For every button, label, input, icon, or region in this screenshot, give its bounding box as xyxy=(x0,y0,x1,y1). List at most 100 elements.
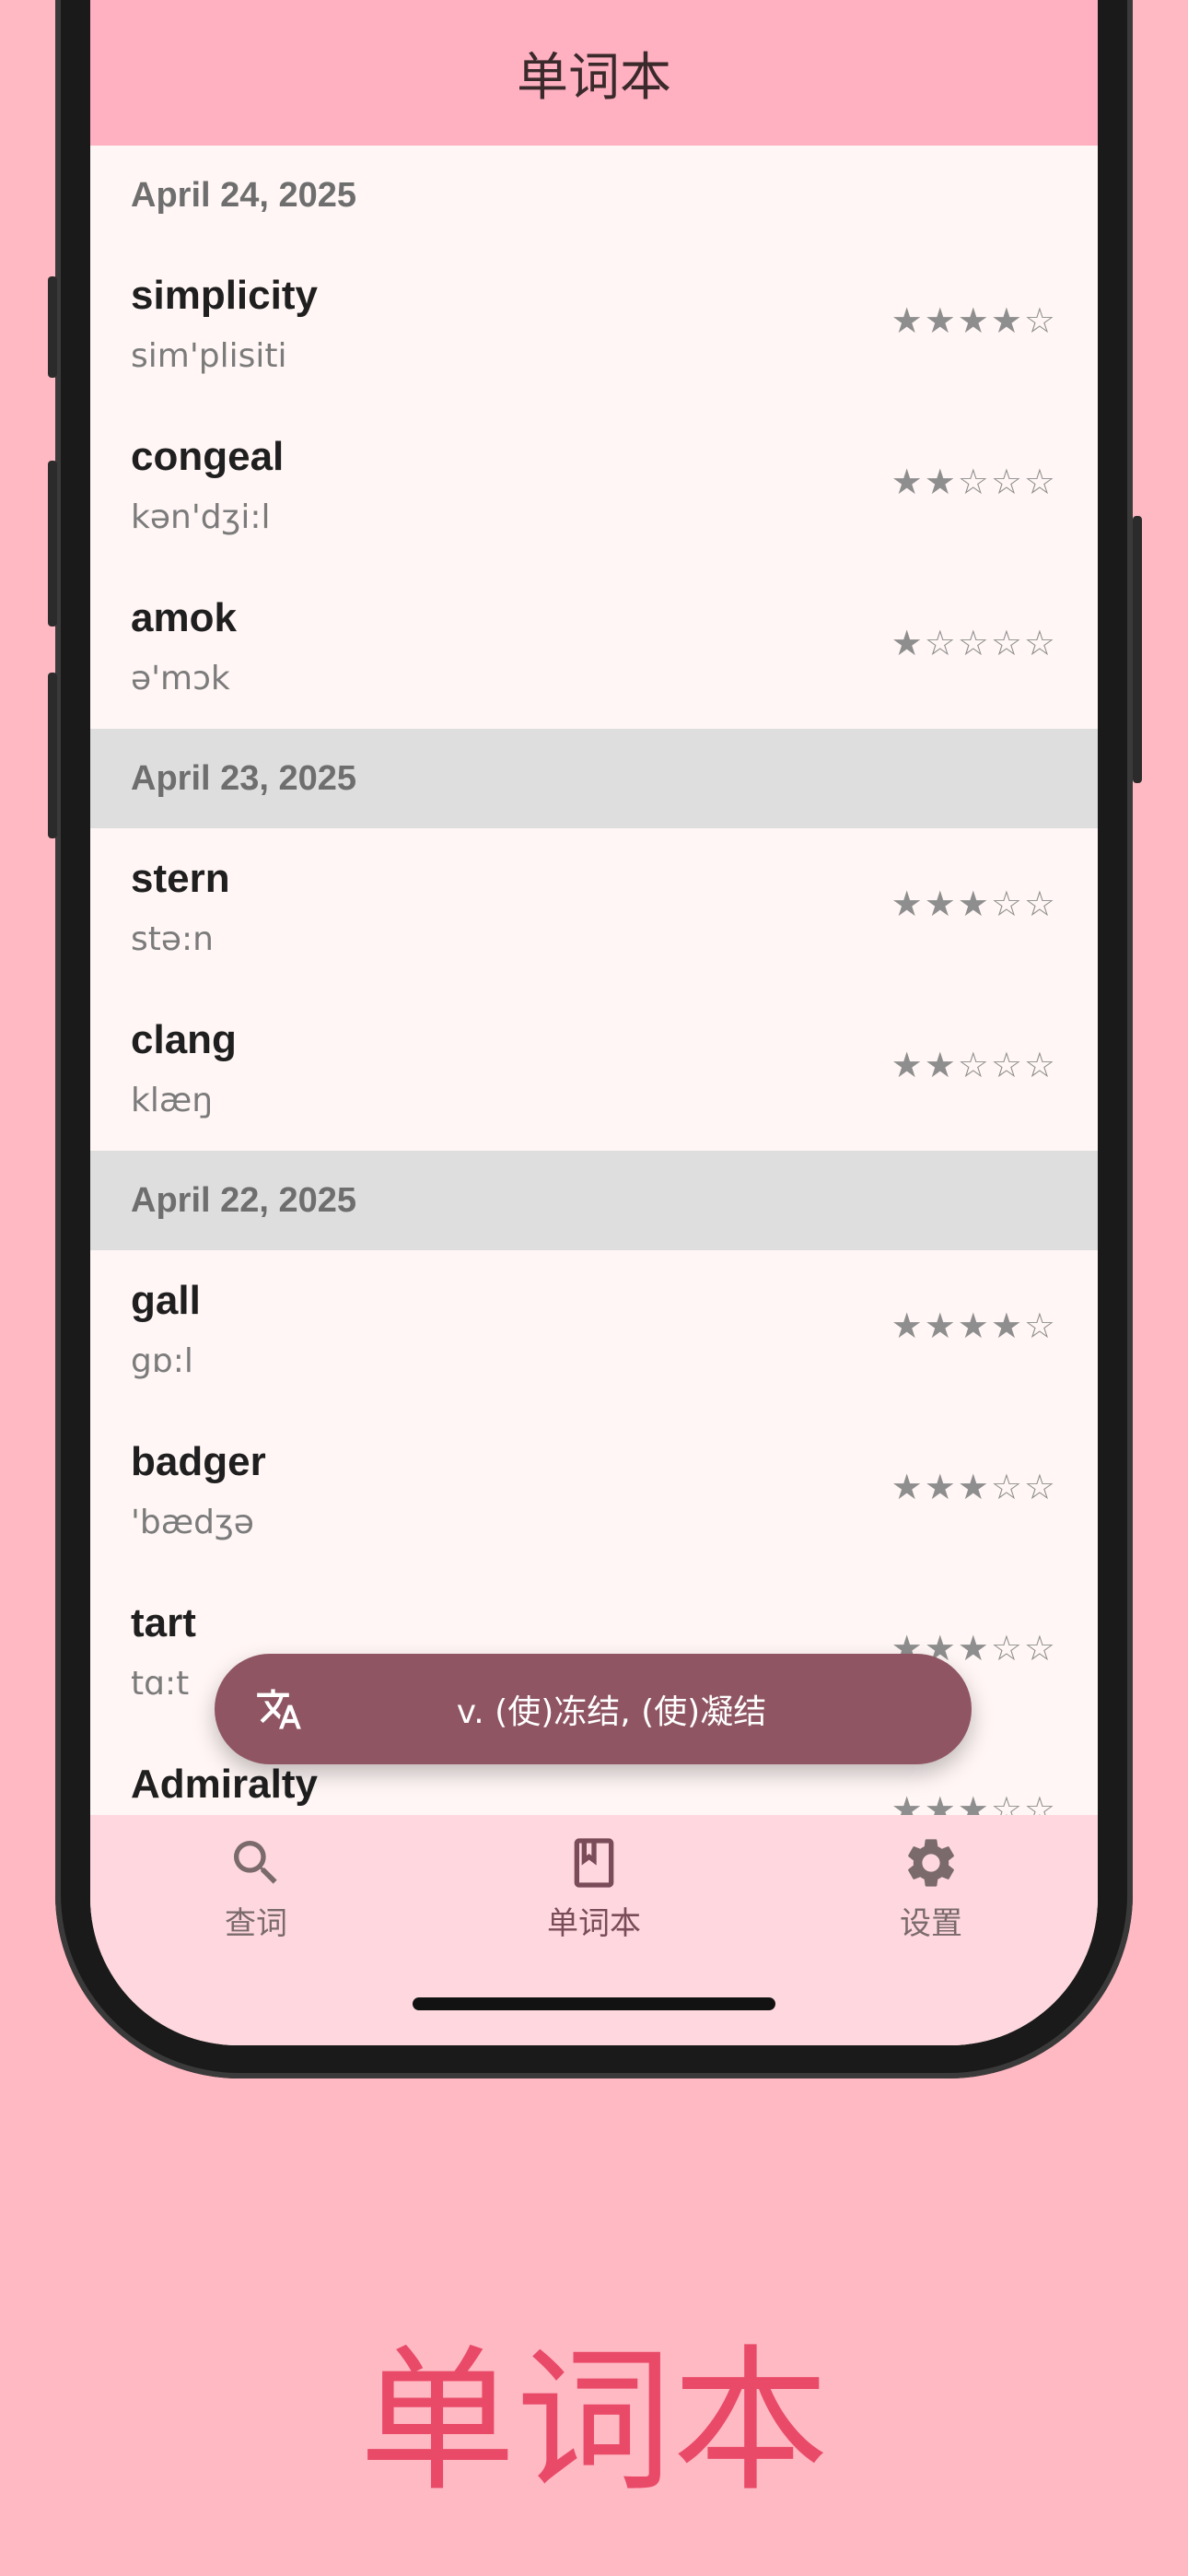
star-filled-icon: ★ xyxy=(957,1789,991,1815)
star-filled-icon: ★ xyxy=(891,1789,925,1815)
difficulty-rating: ★☆☆☆☆ xyxy=(891,623,1057,663)
book-icon xyxy=(574,1838,614,1888)
phonetic-text: 'bædʒə xyxy=(131,1504,254,1541)
difficulty-rating: ★★☆☆☆ xyxy=(891,1045,1057,1085)
app-bar: 单词本 xyxy=(90,0,1098,146)
difficulty-rating: ★★★★☆ xyxy=(891,1306,1057,1346)
star-empty-icon: ☆ xyxy=(1023,1045,1057,1085)
star-empty-icon: ☆ xyxy=(1023,462,1057,502)
phone-side-button xyxy=(48,276,57,378)
star-filled-icon: ★ xyxy=(990,1306,1024,1346)
star-filled-icon: ★ xyxy=(891,462,925,502)
word-list[interactable]: April 24, 2025 simplicity sim'plisiti ★★★★☆… xyxy=(90,146,1098,1815)
difficulty-rating: ★★★★☆ xyxy=(891,300,1057,341)
phonetic-text: gɒ:l xyxy=(131,1342,193,1380)
star-empty-icon: ☆ xyxy=(990,1467,1024,1507)
star-empty-icon: ☆ xyxy=(1023,884,1057,924)
word-text: congeal xyxy=(131,434,285,479)
nav-item-settings[interactable]: 设置 xyxy=(821,1833,1042,1943)
star-filled-icon: ★ xyxy=(924,1467,958,1507)
nav-label-search: 查词 xyxy=(225,1905,287,1942)
search-icon xyxy=(234,1841,277,1884)
bottom-navigation: 查词 单词本 设置 xyxy=(90,1815,1098,2045)
star-filled-icon: ★ xyxy=(891,1045,925,1085)
star-filled-icon: ★ xyxy=(957,300,991,341)
word-text: gall xyxy=(131,1278,201,1323)
page-title: 单词本 xyxy=(517,47,671,108)
star-filled-icon: ★ xyxy=(924,1789,958,1815)
word-text: amok xyxy=(131,595,237,640)
word-list-item[interactable]: gall gɒ:l ★★★★☆ xyxy=(90,1250,1098,1411)
nav-item-wordbook[interactable]: 单词本 xyxy=(483,1833,705,1943)
star-empty-icon: ☆ xyxy=(1023,1306,1057,1346)
word-text: Admiralty xyxy=(131,1762,318,1807)
star-empty-icon: ☆ xyxy=(990,1789,1024,1815)
phone-side-button xyxy=(1133,516,1142,783)
star-filled-icon: ★ xyxy=(891,1467,925,1507)
difficulty-rating: ★★★☆☆ xyxy=(891,884,1057,924)
star-empty-icon: ☆ xyxy=(1023,1628,1057,1669)
word-text: tart xyxy=(131,1600,196,1645)
star-filled-icon: ★ xyxy=(924,300,958,341)
difficulty-rating: ★★☆☆☆ xyxy=(891,462,1057,502)
star-empty-icon: ☆ xyxy=(990,884,1024,924)
phone-side-button xyxy=(48,673,57,838)
phonetic-text: stə:n xyxy=(131,920,214,958)
word-text: clang xyxy=(131,1017,237,1062)
phonetic-text: tɑ:t xyxy=(131,1665,190,1703)
star-filled-icon: ★ xyxy=(957,884,991,924)
word-list-item[interactable]: stern stə:n ★★★☆☆ xyxy=(90,828,1098,989)
star-empty-icon: ☆ xyxy=(1023,623,1057,663)
nav-label-settings: 设置 xyxy=(900,1905,962,1942)
star-empty-icon: ☆ xyxy=(1023,1789,1057,1815)
star-empty-icon: ☆ xyxy=(990,623,1024,663)
phonetic-text: sim'plisiti xyxy=(131,337,287,375)
star-filled-icon: ★ xyxy=(891,1306,925,1346)
word-text: badger xyxy=(131,1439,266,1484)
difficulty-rating: ★★★☆☆ xyxy=(891,1467,1057,1507)
snackbar-text: v. (使)冻结, (使)凝结 xyxy=(456,1693,767,1731)
star-filled-icon: ★ xyxy=(924,884,958,924)
star-empty-icon: ☆ xyxy=(990,1045,1024,1085)
star-empty-icon: ☆ xyxy=(924,623,958,663)
star-filled-icon: ★ xyxy=(891,300,925,341)
date-header: April 22, 2025 xyxy=(90,1151,1098,1250)
date-header: April 23, 2025 xyxy=(90,729,1098,828)
star-filled-icon: ★ xyxy=(957,1467,991,1507)
star-filled-icon: ★ xyxy=(891,884,925,924)
star-filled-icon: ★ xyxy=(957,1628,991,1669)
star-filled-icon: ★ xyxy=(957,1306,991,1346)
phonetic-text: klæŋ xyxy=(131,1082,214,1119)
star-empty-icon: ☆ xyxy=(990,462,1024,502)
gear-icon xyxy=(908,1839,954,1887)
star-empty-icon: ☆ xyxy=(957,1045,991,1085)
star-filled-icon: ★ xyxy=(891,623,925,663)
date-header: April 24, 2025 xyxy=(131,175,357,215)
definition-snackbar[interactable]: v. (使)冻结, (使)凝结 xyxy=(215,1654,972,1764)
star-empty-icon: ☆ xyxy=(957,623,991,663)
star-empty-icon: ☆ xyxy=(990,1628,1024,1669)
word-list-item[interactable]: amok ə'mɔk ★☆☆☆☆ xyxy=(90,568,1098,729)
star-filled-icon: ★ xyxy=(924,1306,958,1346)
phone-screen: 单词本 April 24, 2025 simplicity sim'plisiti ★… xyxy=(90,0,1098,2045)
difficulty-rating: ★★★☆☆ xyxy=(891,1789,1057,1815)
phonetic-text: ə'mɔk xyxy=(131,660,230,697)
nav-item-search[interactable]: 查词 xyxy=(146,1833,367,1943)
star-empty-icon: ☆ xyxy=(1023,1467,1057,1507)
home-indicator xyxy=(413,1997,775,2010)
word-list-item[interactable]: badger'bædʒə ★★★☆☆ xyxy=(90,1411,1098,1573)
star-filled-icon: ★ xyxy=(924,1045,958,1085)
phonetic-text: kən'dʒi:l xyxy=(131,498,271,536)
word-list-item[interactable]: congeal kən'dʒi:l ★★☆☆☆ xyxy=(90,406,1098,568)
phone-side-button xyxy=(48,461,57,626)
word-list-item[interactable]: simplicity sim'plisiti ★★★★☆ xyxy=(90,245,1098,406)
translate-icon xyxy=(257,1689,301,1729)
word-text: simplicity xyxy=(131,273,318,318)
nav-label-wordbook: 单词本 xyxy=(547,1905,641,1942)
star-empty-icon: ☆ xyxy=(957,462,991,502)
word-text: stern xyxy=(131,856,230,901)
star-filled-icon: ★ xyxy=(990,300,1024,341)
promo-caption: 单词本 xyxy=(358,2331,829,2513)
word-list-item[interactable]: clang klæŋ ★★☆☆☆ xyxy=(90,989,1098,1151)
star-empty-icon: ☆ xyxy=(1023,300,1057,341)
